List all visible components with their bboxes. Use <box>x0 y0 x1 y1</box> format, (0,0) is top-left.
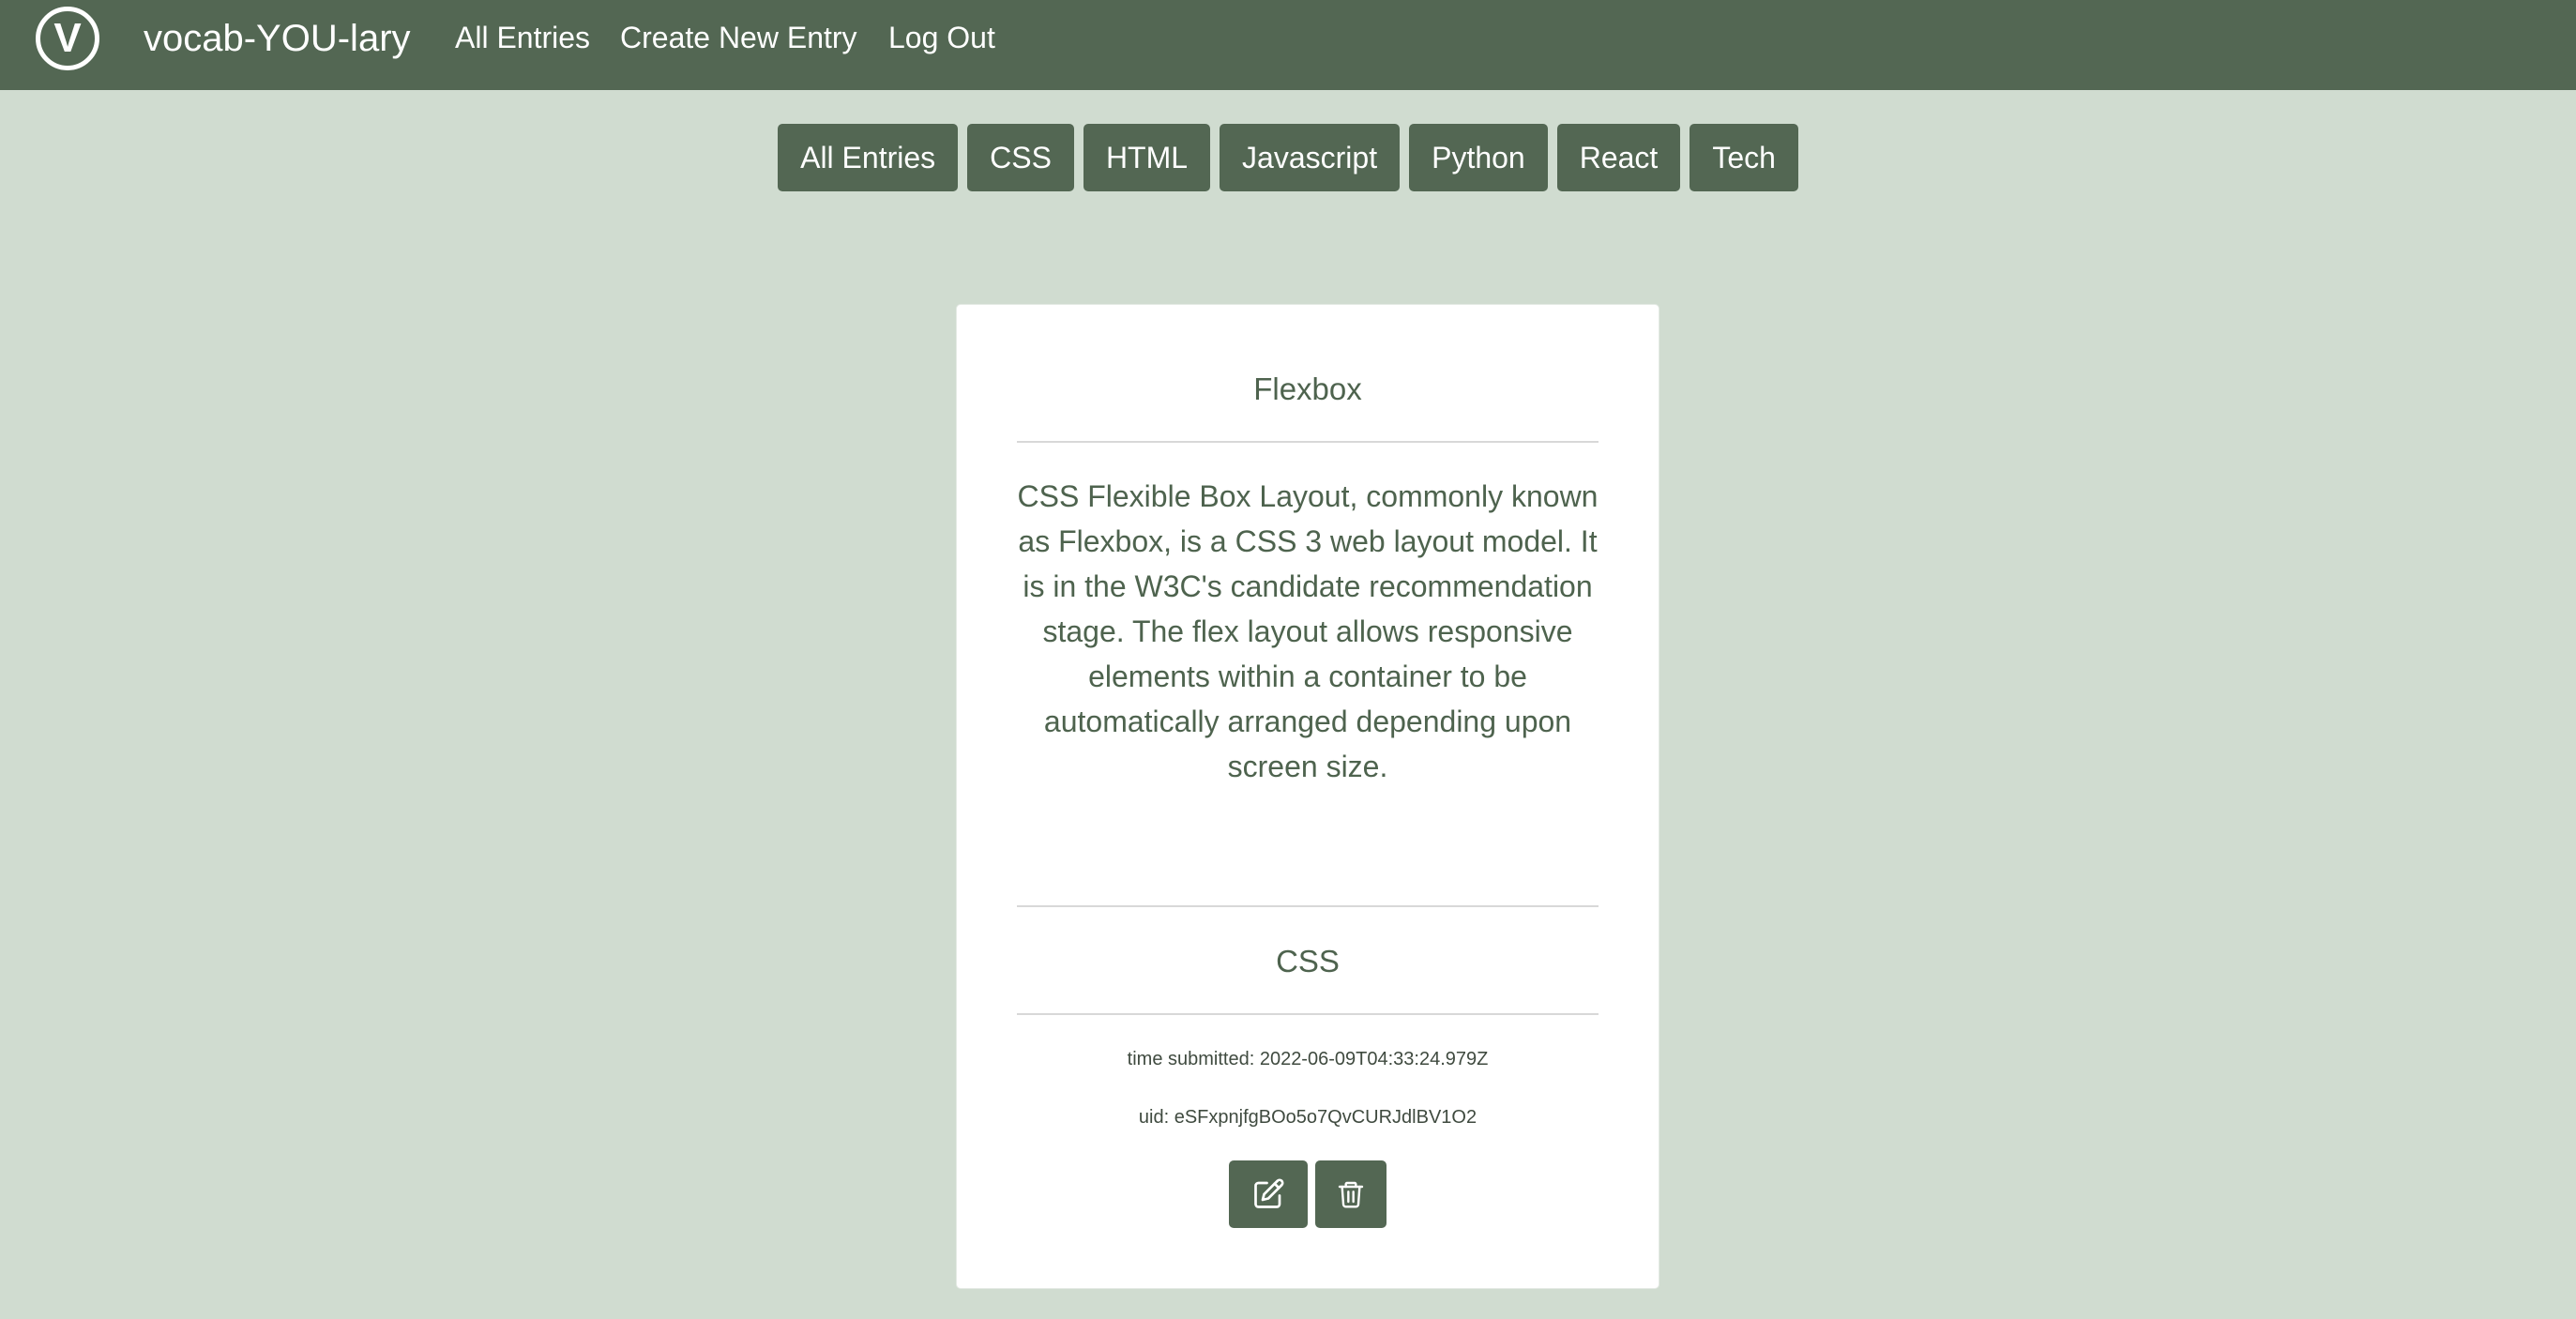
filter-button-all-entries[interactable]: All Entries <box>778 124 959 191</box>
entry-title: Flexbox <box>1253 371 1362 406</box>
entry-time-submitted: time submitted: 2022-06-09T04:33:24.979Z <box>1127 1049 1489 1069</box>
entry-card: Flexbox CSS Flexible Box Layout, commonl… <box>956 304 1659 1289</box>
filter-button-tech[interactable]: Tech <box>1690 124 1798 191</box>
navbar: V vocab-YOU-lary All Entries Create New … <box>0 0 2576 90</box>
category-filter-bar: All Entries CSS HTML Javascript Python R… <box>0 124 2576 191</box>
filter-button-css[interactable]: CSS <box>967 124 1074 191</box>
filter-button-python[interactable]: Python <box>1409 124 1548 191</box>
logo-icon[interactable]: V <box>36 7 99 70</box>
category-divider <box>1017 1013 1599 1015</box>
delete-button[interactable] <box>1315 1160 1386 1228</box>
title-divider <box>1017 441 1599 443</box>
edit-button[interactable] <box>1229 1160 1308 1228</box>
nav-link-log-out[interactable]: Log Out <box>888 19 995 56</box>
filter-button-react[interactable]: React <box>1556 124 1681 191</box>
trash-icon <box>1336 1177 1366 1211</box>
entry-uid: uid: eSFxpnjfgBOo5o7QvCURJdlBV1O2 <box>1138 1107 1477 1128</box>
entry-definition: CSS Flexible Box Layout, commonly known … <box>1017 479 1599 783</box>
filter-button-html[interactable]: HTML <box>1083 124 1211 191</box>
brand-name[interactable]: vocab-YOU-lary <box>144 17 411 60</box>
filter-button-javascript[interactable]: Javascript <box>1220 124 1401 191</box>
entry-category: CSS <box>1276 944 1340 978</box>
edit-icon <box>1251 1177 1285 1211</box>
nav-link-all-entries[interactable]: All Entries <box>455 19 590 56</box>
body-divider <box>1017 905 1599 907</box>
nav-link-create-new-entry[interactable]: Create New Entry <box>620 19 857 56</box>
